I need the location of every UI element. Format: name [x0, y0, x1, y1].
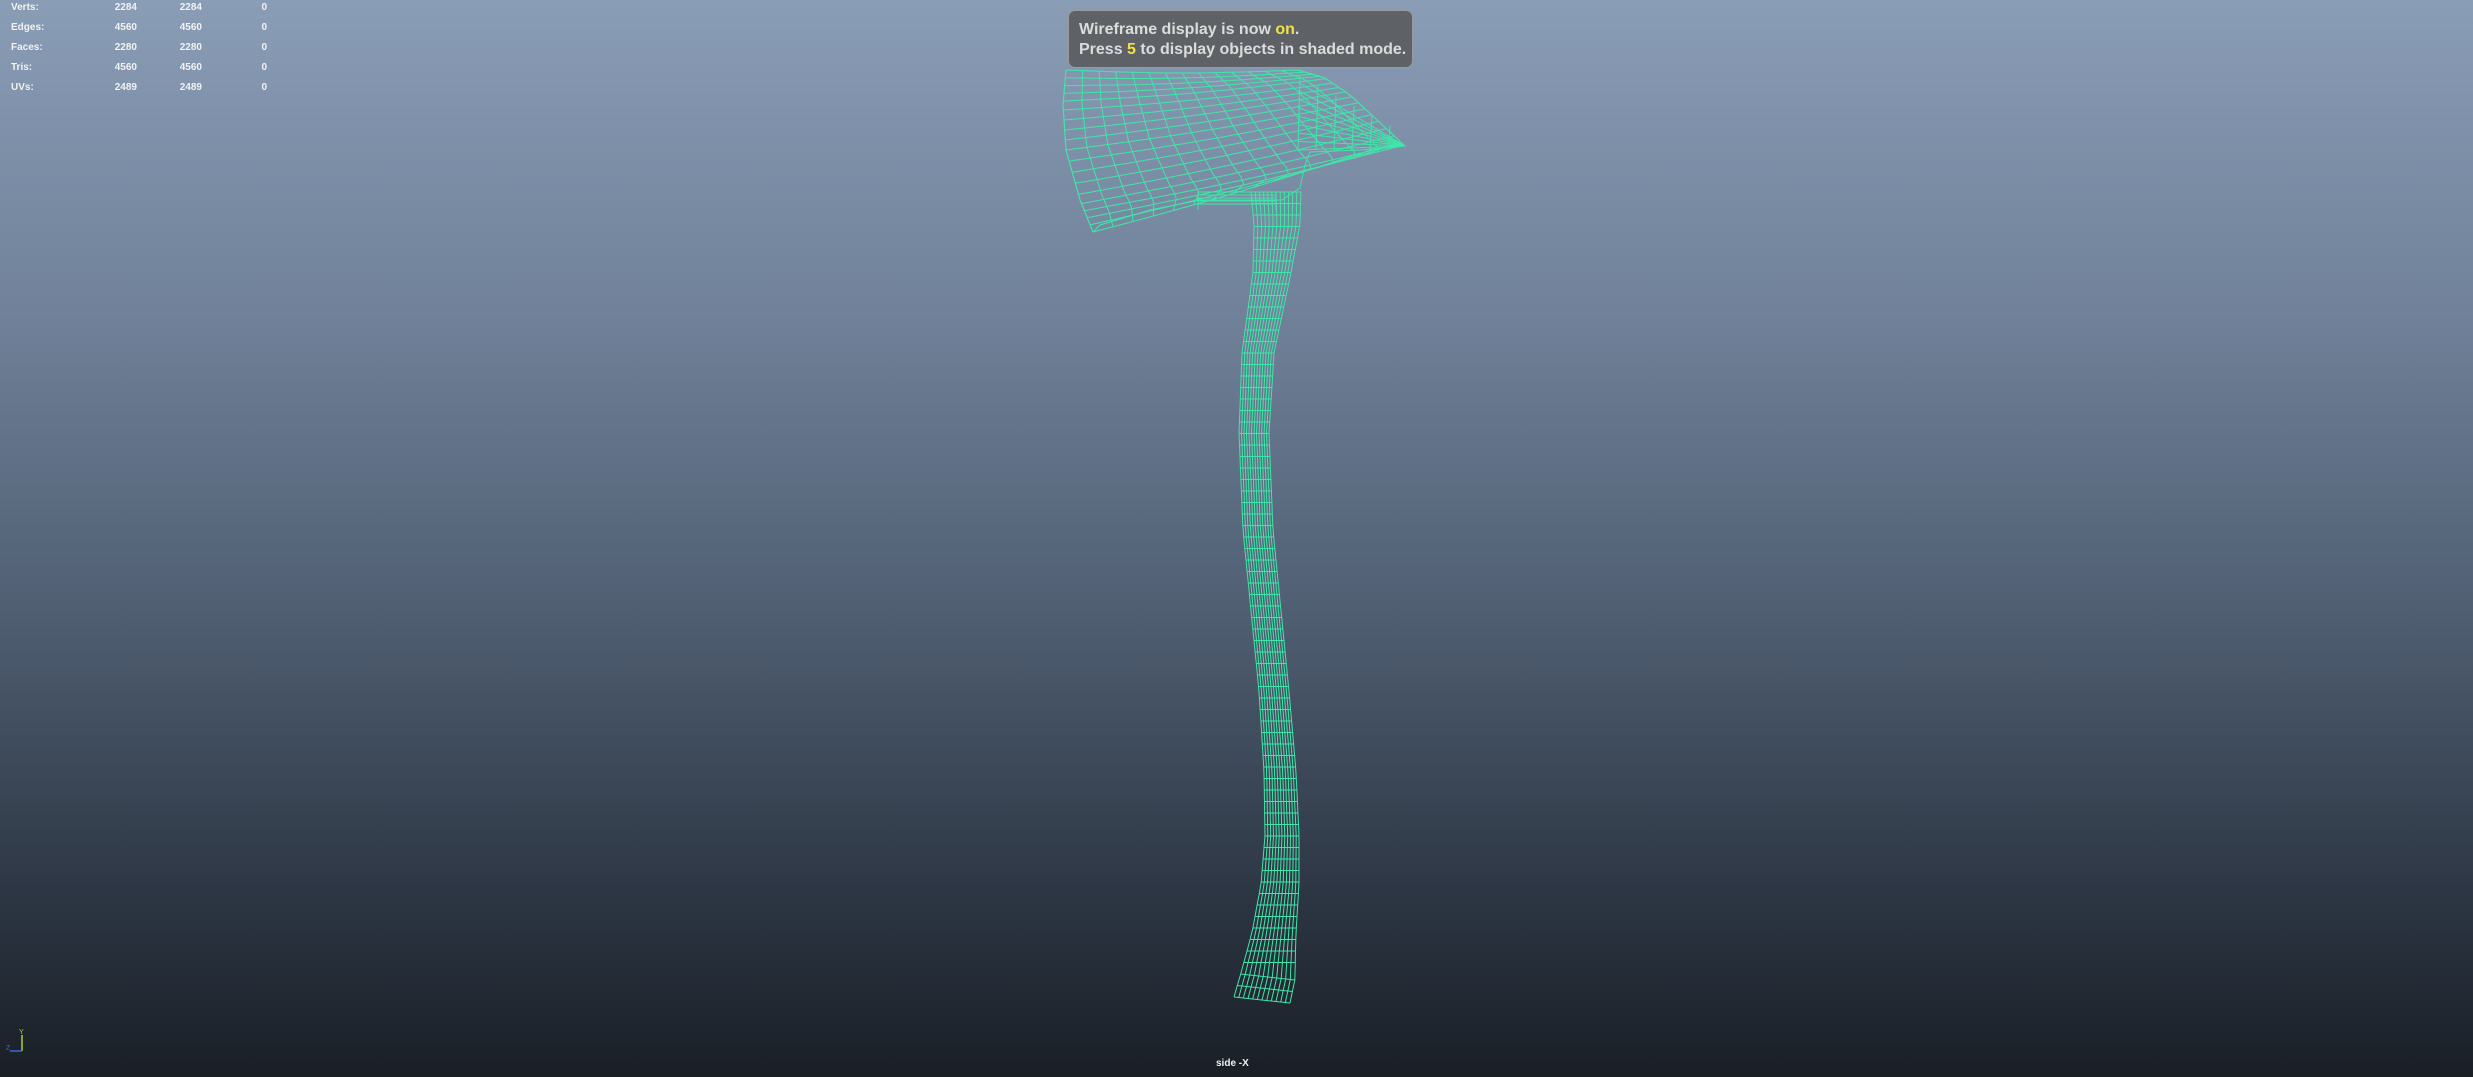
notification-text: to display objects in shaded mode. [1135, 41, 1407, 58]
axe-wireframe-mesh[interactable] [0, 0, 2473, 1077]
hud-value: 2280 [114, 42, 137, 53]
hud-row-tris: Tris: 4560 4560 0 [11, 61, 281, 81]
hud-row-uvs: UVs: 2489 2489 0 [11, 81, 281, 101]
hud-label: UVs: [11, 82, 34, 93]
hud-value: 4560 [179, 62, 202, 73]
hud-value: 4560 [114, 22, 137, 33]
notification-line-1: Wireframe display is now on. [1079, 20, 1412, 40]
notification-hotkey: 5 [1127, 41, 1136, 58]
hud-value: 2489 [114, 82, 137, 93]
hud-value: 2280 [179, 42, 202, 53]
axis-gizmo-icon: Y Z [6, 1029, 24, 1052]
y-axis-label: Y [19, 1029, 24, 1036]
hud-value: 2284 [114, 2, 137, 13]
hud-row-edges: Edges: 4560 4560 0 [11, 21, 281, 41]
hud-value: 0 [261, 42, 267, 53]
maya-viewport[interactable]: Verts: 2284 2284 0 Edges: 4560 4560 0 Fa… [0, 0, 2473, 1077]
notification-line-2: Press 5 to display objects in shaded mod… [1079, 40, 1412, 60]
camera-view-label: side -X [1216, 1058, 1249, 1069]
hud-value: 2284 [179, 2, 202, 13]
notification-text: Press [1079, 41, 1128, 58]
axe-head-wireframe[interactable] [1062, 69, 1407, 233]
hud-value: 0 [261, 2, 267, 13]
z-axis-label: Z [6, 1045, 11, 1052]
hud-value: 0 [261, 62, 267, 73]
hud-value: 0 [261, 22, 267, 33]
hud-row-faces: Faces: 2280 2280 0 [11, 41, 281, 61]
hud-value: 4560 [179, 22, 202, 33]
hud-label: Edges: [11, 22, 45, 33]
hud-value: 4560 [114, 62, 137, 73]
hud-label: Verts: [11, 2, 39, 13]
wireframe-toggle-notification: Wireframe display is now on. Press 5 to … [1068, 10, 1413, 68]
hud-label: Tris: [11, 62, 33, 73]
hud-row-verts: Verts: 2284 2284 0 [11, 1, 281, 21]
hud-label: Faces: [11, 42, 43, 53]
notification-text: . [1294, 21, 1300, 38]
hud-value: 0 [261, 82, 267, 93]
axe-handle-wireframe[interactable] [1197, 191, 1302, 1004]
notification-text: Wireframe display is now [1079, 21, 1276, 38]
hud-value: 2489 [179, 82, 202, 93]
poly-count-hud: Verts: 2284 2284 0 Edges: 4560 4560 0 Fa… [11, 1, 281, 101]
notification-highlight: on [1275, 21, 1295, 38]
